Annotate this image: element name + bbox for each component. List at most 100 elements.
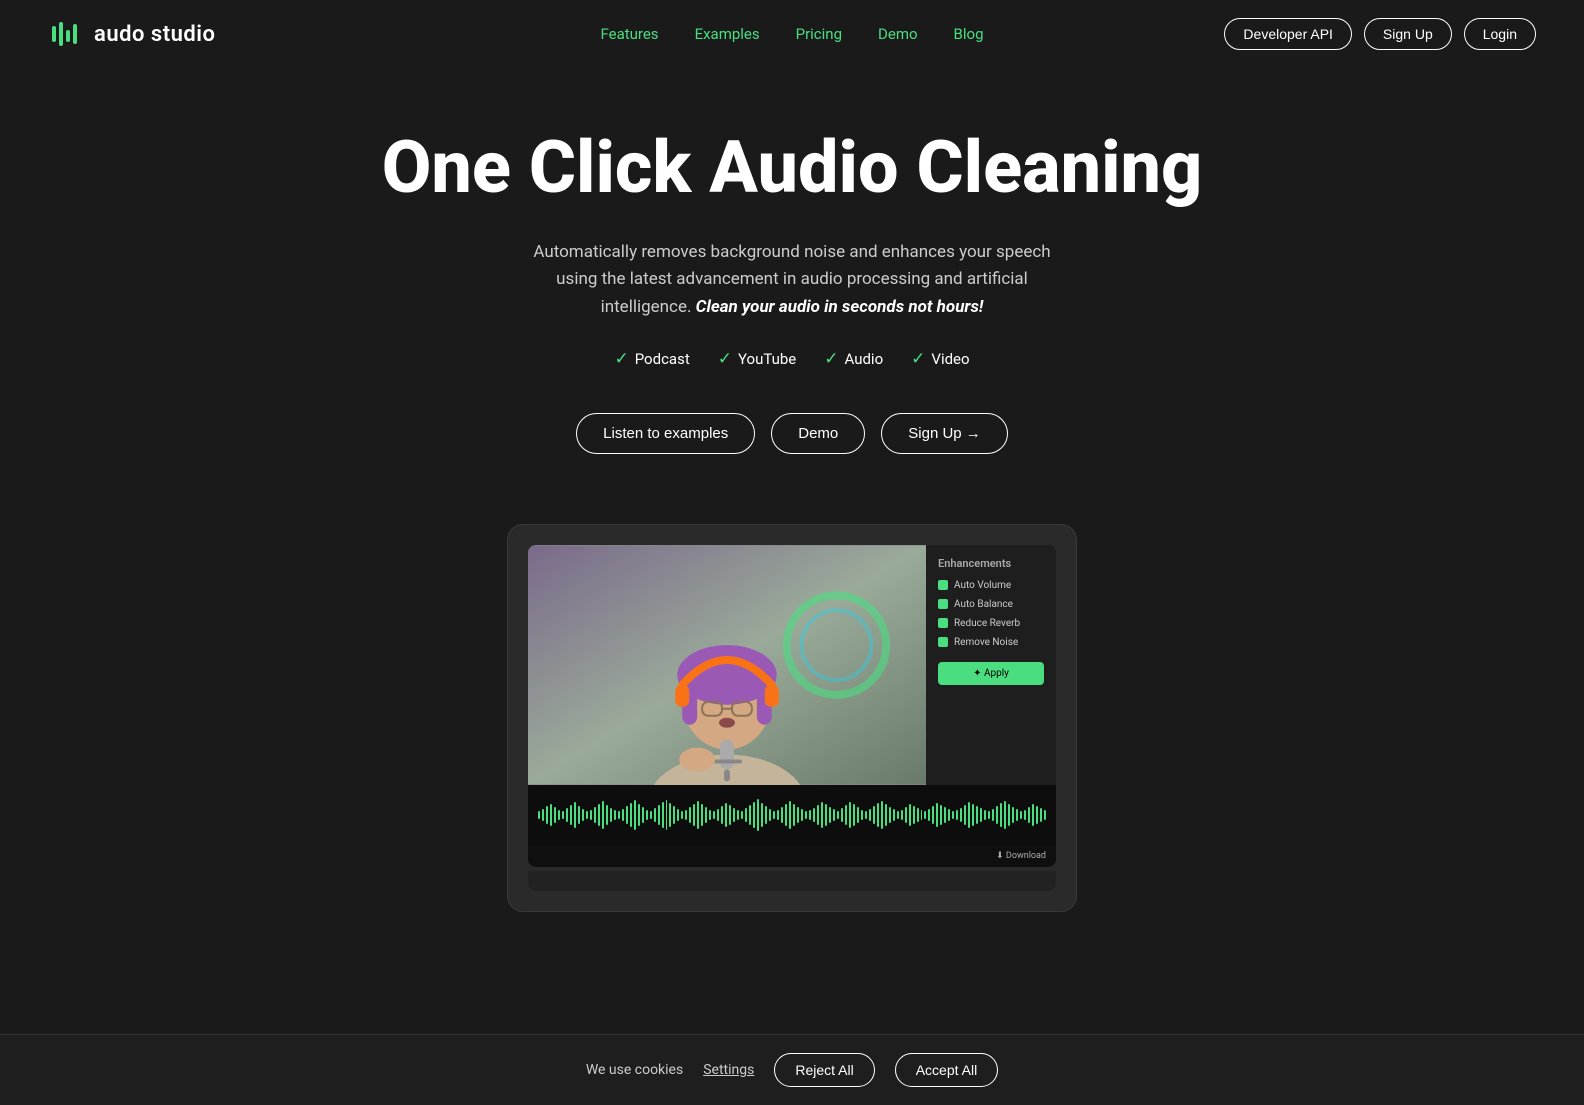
accept-all-button[interactable]: Accept All: [895, 1053, 998, 1087]
waveform-bar: [873, 806, 875, 824]
nav-link-demo[interactable]: Demo: [878, 25, 918, 43]
hero-actions: Listen to examples Demo Sign Up →: [24, 413, 1560, 454]
waveform-bar: [757, 799, 759, 831]
cookie-banner: We use cookies Settings Reject All Accep…: [0, 1034, 1584, 1105]
apply-button[interactable]: ✦ Apply: [938, 662, 1044, 685]
check-icon-audio: ✓: [824, 349, 838, 369]
waveform-bar: [1004, 801, 1006, 829]
waveform-bar: [741, 811, 743, 819]
waveform-bar: [861, 810, 863, 820]
download-button[interactable]: ⬇ Download: [996, 851, 1046, 861]
waveform-bar: [769, 809, 771, 821]
enhancement-reduce-reverb: Reduce Reverb: [938, 618, 1044, 629]
waveform-bar: [932, 806, 934, 824]
nav-link-pricing[interactable]: Pricing: [796, 25, 842, 43]
waveform-bar: [554, 807, 556, 823]
waveform-bar: [1012, 807, 1014, 823]
waveform-bar: [940, 805, 942, 825]
waveform-bar: [582, 809, 584, 821]
waveform-bar: [602, 801, 604, 829]
waveform-bar: [988, 811, 990, 819]
demo-button[interactable]: Demo: [771, 413, 865, 454]
waveform-bar: [921, 810, 923, 820]
waveform-bar: [992, 809, 994, 821]
waveform-bar: [1036, 806, 1038, 824]
waveform-bar: [1040, 808, 1042, 822]
waveform-bar: [972, 804, 974, 826]
waveform-bar: [693, 804, 695, 826]
logo-icon: [48, 16, 84, 52]
checkbox-auto-volume[interactable]: [938, 580, 948, 590]
waveform-bar: [857, 807, 859, 823]
waveform-bar: [924, 811, 926, 819]
waveform-bar: [841, 808, 843, 822]
enh-label-remove-noise: Remove Noise: [954, 637, 1018, 648]
waveform-bar: [849, 802, 851, 828]
check-icon-video: ✓: [911, 349, 925, 369]
listen-examples-button[interactable]: Listen to examples: [576, 413, 755, 454]
waveform-bar: [773, 811, 775, 819]
waveform-bar: [956, 810, 958, 820]
nav-login-button[interactable]: Login: [1464, 18, 1536, 50]
waveform-bar: [909, 804, 911, 826]
waveform-bar: [801, 809, 803, 821]
waveform-bar: [622, 809, 624, 821]
waveform-bar: [805, 811, 807, 819]
waveform-bar: [976, 806, 978, 824]
nav-links: Features Examples Pricing Demo Blog: [600, 25, 983, 43]
waveform-bar: [869, 809, 871, 821]
checkbox-reduce-reverb[interactable]: [938, 618, 948, 628]
waveform-bar: [725, 803, 727, 827]
waveform-bar: [562, 811, 564, 819]
checkbox-auto-balance[interactable]: [938, 599, 948, 609]
hero-section: One Click Audio Cleaning Automatically r…: [0, 68, 1584, 494]
waveform-bar: [749, 805, 751, 825]
screen-bottom-bar: ⬇ Download: [528, 845, 1056, 867]
badge-podcast-label: Podcast: [635, 350, 690, 368]
cookie-settings-link[interactable]: Settings: [703, 1062, 754, 1078]
waveform-bar: [789, 801, 791, 829]
nav-link-blog[interactable]: Blog: [954, 25, 984, 43]
waveform-bar: [558, 810, 560, 820]
waveform-bar: [936, 803, 938, 827]
waveform-bar: [606, 805, 608, 825]
waveform-bar: [877, 803, 879, 827]
badge-video: ✓ Video: [911, 349, 969, 369]
hero-title: One Click Audio Cleaning: [24, 128, 1560, 207]
waveform-bar: [677, 809, 679, 821]
app-preview: Enhancements Auto Volume Auto Balance Re…: [0, 524, 1584, 912]
developer-api-button[interactable]: Developer API: [1224, 18, 1352, 50]
waveform-bar: [1024, 810, 1026, 820]
waveform-bar: [697, 801, 699, 829]
badge-audio: ✓ Audio: [824, 349, 883, 369]
nav-link-features[interactable]: Features: [600, 25, 658, 43]
waveform-bar: [550, 804, 552, 826]
waveform-bar: [598, 804, 600, 826]
waveform-bar: [996, 806, 998, 824]
reject-all-button[interactable]: Reject All: [774, 1053, 874, 1087]
waveform-bar: [984, 810, 986, 820]
waveform-bar: [586, 811, 588, 819]
enhancement-auto-balance: Auto Balance: [938, 599, 1044, 610]
enhancements-title: Enhancements: [938, 557, 1044, 570]
waveform-bar: [578, 806, 580, 824]
waveform-bar: [817, 805, 819, 825]
waveform-bar: [865, 811, 867, 819]
waveform-bar: [964, 805, 966, 825]
waveform-bar: [614, 810, 616, 820]
waveform-bar: [897, 811, 899, 819]
checkbox-remove-noise[interactable]: [938, 637, 948, 647]
waveform-bar: [885, 804, 887, 826]
logo[interactable]: audo studio: [48, 16, 215, 52]
waveform-bar: [650, 811, 652, 819]
waveform-bar: [901, 810, 903, 820]
waveform-bar: [948, 809, 950, 821]
nav-signup-button[interactable]: Sign Up: [1364, 18, 1452, 50]
nav-link-examples[interactable]: Examples: [695, 25, 760, 43]
hero-signup-button[interactable]: Sign Up →: [881, 413, 1008, 454]
badge-youtube-label: YouTube: [738, 350, 796, 368]
waveform-bar: [566, 808, 568, 822]
waveform-bar: [893, 809, 895, 821]
waveform-bar: [853, 804, 855, 826]
waveform-bar: [681, 811, 683, 819]
